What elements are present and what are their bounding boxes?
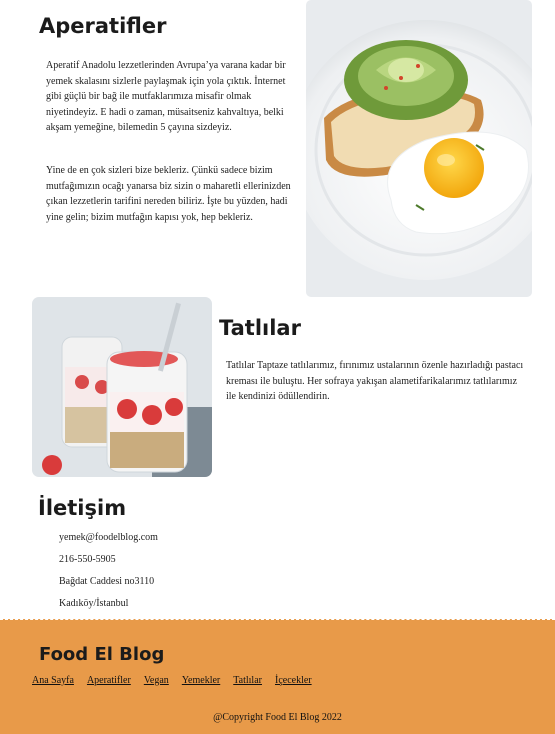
footer-brand: Food El Blog [39,644,165,665]
aperatifler-paragraph-1: Aperatif Anadolu lezzetlerinden Avrupa’y… [46,60,286,133]
contact-street: Bağdat Caddesi no3110 [59,576,155,587]
contact-phone: 216-550-5905 [59,554,116,565]
nav-link-ana-sayfa[interactable]: Ana Sayfa [32,675,74,686]
avocado-toast-egg-image [306,0,532,297]
nav-link-vegan[interactable]: Vegan [144,675,169,686]
nav-link-aperatifler[interactable]: Aperatifler [87,675,131,686]
site-footer: Food El Blog Ana Sayfa Aperatifler Vegan… [0,619,555,734]
footer-nav: Ana Sayfa Aperatifler Vegan Yemekler Tat… [32,675,312,686]
iletisim-heading: İletişim [38,496,127,520]
aperatifler-paragraph-2: Yine de en çok sizleri bize bekleriz. Çü… [46,165,291,223]
tatlilar-heading: Tatlılar [219,316,301,340]
contact-city: Kadıköy/İstanbul [59,598,129,609]
contact-email: yemek@foodelblog.com [59,532,158,543]
strawberry-parfait-image [32,297,212,477]
copyright-text: @Copyright Food El Blog 2022 [213,712,342,723]
nav-link-icecekler[interactable]: İçecekler [275,675,312,686]
nav-link-tatlilar[interactable]: Tatlılar [233,675,262,686]
aperatifler-heading: Aperatifler [39,14,167,38]
nav-link-yemekler[interactable]: Yemekler [182,675,220,686]
tatlilar-paragraph: Tatlılar Taptaze tatlılarımız, fırınımız… [226,360,524,402]
